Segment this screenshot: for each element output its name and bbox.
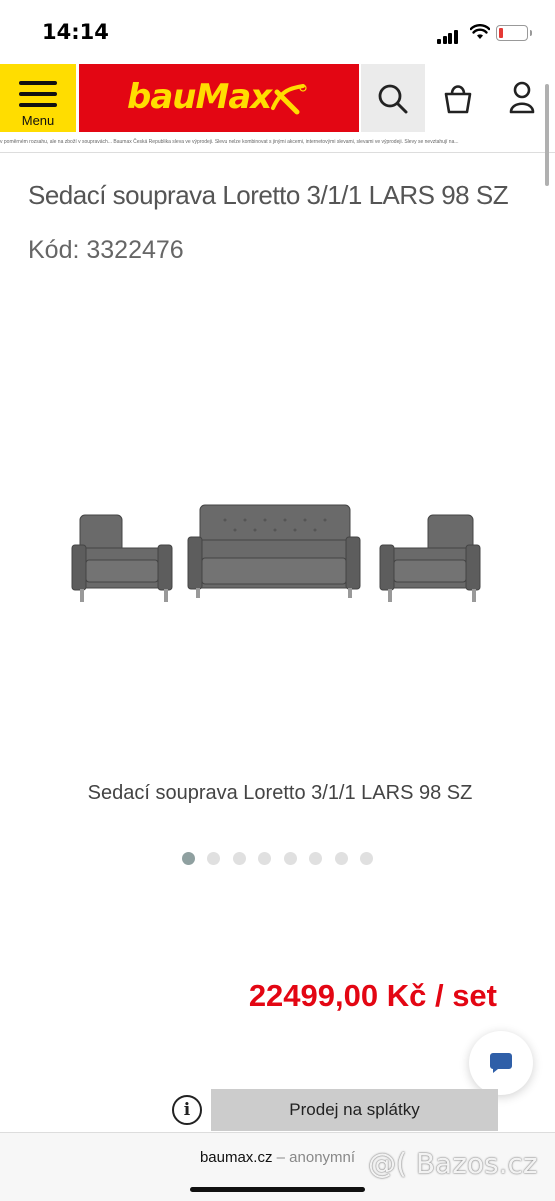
scrollbar[interactable]: [545, 84, 549, 186]
shopping-bag-icon: [444, 85, 472, 114]
armchair-left: [71, 514, 173, 602]
home-indicator[interactable]: [190, 1187, 365, 1192]
logo-mark-icon: [271, 84, 307, 115]
sofa: [187, 504, 361, 598]
user-icon: [509, 81, 535, 114]
product-title: Sedací souprava Loretto 3/1/1 LARS 98 SZ: [28, 180, 509, 210]
search-icon: [378, 84, 408, 114]
installment-button[interactable]: Prodej na splátky: [211, 1089, 498, 1131]
private-mode-label: – anonymní: [276, 1149, 356, 1166]
carousel-dots[interactable]: [0, 852, 555, 870]
product-code: Kód: 3322476: [28, 236, 184, 264]
logo[interactable]: bauMax: [79, 64, 359, 132]
cart-button[interactable]: [428, 64, 490, 132]
status-time: 14:14: [42, 20, 109, 44]
site-header: Menu bauMax: [0, 64, 555, 132]
carousel-dot[interactable]: [258, 852, 272, 865]
product-price: 22499,00 Kč / set: [248, 978, 497, 1013]
logo-text: bauMax: [127, 77, 272, 117]
carousel-dot[interactable]: [207, 852, 221, 865]
menu-button[interactable]: Menu: [0, 64, 76, 132]
search-button[interactable]: [361, 64, 425, 132]
status-bar: 14:14: [0, 0, 555, 64]
signal-icon: [437, 26, 459, 44]
chat-bubble-icon: [490, 1053, 512, 1073]
wifi-icon: [469, 24, 491, 45]
carousel-dot[interactable]: [232, 852, 246, 865]
image-caption: Sedací souprava Loretto 3/1/1 LARS 98 SZ: [87, 782, 473, 804]
account-button[interactable]: [492, 64, 552, 132]
carousel-dot[interactable]: [283, 852, 297, 865]
carousel-dot[interactable]: [334, 852, 348, 865]
watermark: @( Bazos.cz: [368, 1147, 538, 1180]
url-domain: baumax.cz: [199, 1149, 273, 1166]
chat-button[interactable]: [469, 1031, 533, 1095]
battery-icon: [496, 25, 532, 41]
promo-ticker: v poměrném rozsahu, ale na zboží v soupr…: [0, 132, 555, 153]
carousel-dot[interactable]: [309, 852, 323, 865]
menu-label: Menu: [21, 113, 55, 128]
carousel-dot[interactable]: [181, 852, 195, 865]
info-icon[interactable]: i: [172, 1095, 202, 1125]
armchair-right: [379, 514, 481, 602]
carousel-dot[interactable]: [360, 852, 374, 865]
product-image[interactable]: [60, 490, 500, 620]
